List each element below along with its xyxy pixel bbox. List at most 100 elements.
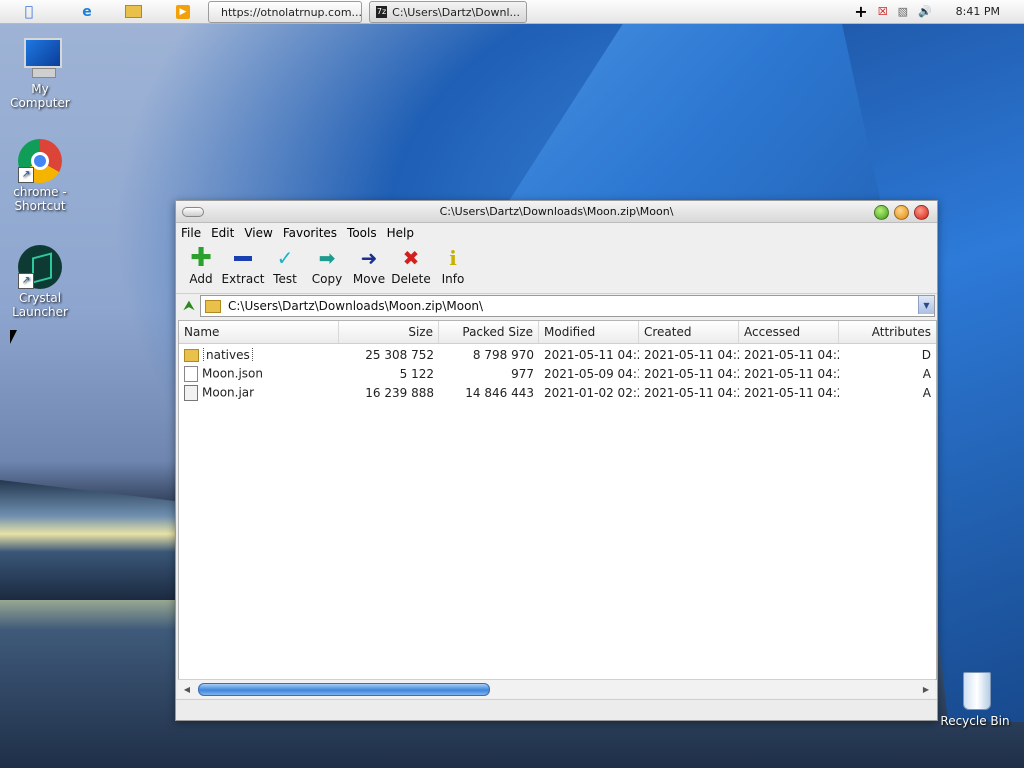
task-label: https://otnolatrnup.com...	[221, 5, 362, 19]
7zip-icon: 7z	[376, 6, 388, 18]
shortcut-arrow-icon: ↗	[18, 273, 34, 289]
toolbar: ✚ Add Extract ✓ Test ➡ Copy ➜ Move ✖ Del…	[176, 243, 937, 294]
file-packed-size: 14 846 443	[465, 385, 534, 400]
close-button[interactable]	[914, 205, 929, 220]
menu-help[interactable]: Help	[387, 226, 414, 240]
horizontal-scrollbar[interactable]: ◀ ▶	[178, 679, 935, 698]
crystal-launcher-icon: ↗	[18, 245, 62, 289]
column-modified[interactable]: Modified	[539, 321, 639, 343]
file-accessed: 2021-05-11 04:21	[744, 366, 839, 381]
file-size: 16 239 888	[365, 385, 434, 400]
shortcut-arrow-icon: ↗	[18, 167, 34, 183]
desktop-icon-my-computer[interactable]: My Computer	[0, 36, 80, 110]
scroll-right-icon[interactable]: ▶	[919, 682, 933, 696]
file-modified: 2021-05-09 04:30	[544, 366, 639, 381]
taskbar-task-7zip[interactable]: 7z C:\Users\Dartz\Downl...	[369, 1, 527, 23]
file-icon	[184, 365, 198, 382]
status-bar	[176, 699, 937, 720]
menu-tools[interactable]: Tools	[347, 226, 377, 240]
computer-icon	[18, 36, 62, 80]
column-name[interactable]: Name	[179, 321, 339, 343]
file-packed-size: 8 798 970	[472, 347, 534, 362]
copy-button[interactable]: ➡ Copy	[306, 243, 348, 286]
menu-favorites[interactable]: Favorites	[283, 226, 337, 240]
file-list-header: Name Size Packed Size Modified Created A…	[179, 321, 936, 344]
column-size[interactable]: Size	[339, 321, 439, 343]
extract-icon	[231, 246, 255, 270]
system-tray: + ☒ ▧ 🔊 8:41 PM	[854, 0, 1024, 23]
column-attributes[interactable]: Attributes	[839, 321, 936, 343]
menu-file[interactable]: File	[181, 226, 201, 240]
maximize-button[interactable]	[894, 205, 909, 220]
file-size: 5 122	[399, 366, 434, 381]
taskbar-task-browser[interactable]: https://otnolatrnup.com...	[208, 1, 362, 23]
minimize-button[interactable]	[874, 205, 889, 220]
chrome-icon: ↗	[18, 139, 62, 183]
info-button[interactable]: i Info	[432, 243, 474, 286]
file-name: Moon.jar	[202, 385, 255, 399]
address-text: C:\Users\Dartz\Downloads\Moon.zip\Moon\	[228, 299, 484, 313]
desktop-icon-crystal-launcher[interactable]: ↗ Crystal Launcher	[0, 245, 80, 319]
file-created: 2021-05-11 04:21	[644, 366, 739, 381]
add-icon: ✚	[190, 243, 212, 273]
file-size: 25 308 752	[365, 347, 434, 362]
window-title: C:\Users\Dartz\Downloads\Moon.zip\Moon\	[439, 205, 674, 218]
desktop-icon-chrome[interactable]: ↗ chrome - Shortcut	[0, 139, 80, 213]
network-error-icon[interactable]: ☒	[878, 5, 888, 18]
delete-button[interactable]: ✖ Delete	[390, 243, 432, 286]
table-row[interactable]: Moon.jar 16 239 888 14 846 443 2021-01-0…	[179, 383, 936, 402]
internet-explorer-icon[interactable]: e	[78, 3, 96, 21]
file-packed-size: 977	[511, 366, 534, 381]
address-bar: ⮝ C:\Users\Dartz\Downloads\Moon.zip\Moon…	[176, 294, 937, 318]
table-row[interactable]: natives 25 308 752 8 798 970 2021-05-11 …	[179, 345, 936, 364]
info-icon: i	[449, 246, 457, 270]
recycle-bin-icon	[953, 668, 997, 712]
file-name: Moon.json	[202, 366, 263, 380]
file-attributes: D	[921, 347, 931, 362]
clock[interactable]: 8:41 PM	[956, 5, 1000, 18]
apple-menu-icon[interactable]: 	[20, 3, 38, 21]
file-modified: 2021-05-11 04:21	[544, 347, 639, 362]
add-button[interactable]: ✚ Add	[180, 243, 222, 286]
table-row[interactable]: Moon.json 5 122 977 2021-05-09 04:30 202…	[179, 364, 936, 383]
scrollbar-thumb[interactable]	[198, 683, 490, 696]
file-created: 2021-05-11 04:21	[644, 385, 739, 400]
media-player-icon[interactable]: ▶	[174, 3, 192, 21]
up-folder-button[interactable]: ⮝	[178, 296, 200, 316]
jar-file-icon	[184, 384, 198, 401]
desktop-icon-label: Recycle Bin	[940, 714, 1010, 728]
extract-button[interactable]: Extract	[222, 243, 265, 286]
folder-icon[interactable]	[124, 3, 142, 21]
test-icon: ✓	[276, 246, 294, 270]
scroll-left-icon[interactable]: ◀	[180, 682, 194, 696]
file-attributes: A	[922, 385, 931, 400]
menu-view[interactable]: View	[244, 226, 272, 240]
folder-icon	[205, 299, 221, 313]
menu-edit[interactable]: Edit	[211, 226, 234, 240]
move-icon: ➜	[360, 246, 378, 270]
copy-icon: ➡	[318, 246, 336, 270]
file-name: natives	[203, 347, 253, 362]
address-field[interactable]: C:\Users\Dartz\Downloads\Moon.zip\Moon\ …	[200, 295, 935, 317]
taskbar:  e ▶ https://otnolatrnup.com... 7z C:\U…	[0, 0, 1024, 24]
delete-icon: ✖	[402, 246, 420, 270]
network-icon[interactable]: ▧	[898, 5, 908, 18]
file-list: Name Size Packed Size Modified Created A…	[178, 320, 937, 680]
column-created[interactable]: Created	[639, 321, 739, 343]
add-icon[interactable]: +	[854, 2, 867, 21]
column-accessed[interactable]: Accessed	[739, 321, 839, 343]
folder-icon	[184, 348, 199, 362]
file-manager-window: C:\Users\Dartz\Downloads\Moon.zip\Moon\ …	[175, 200, 938, 721]
title-bar[interactable]: C:\Users\Dartz\Downloads\Moon.zip\Moon\	[176, 201, 937, 223]
desktop-icon-recycle-bin[interactable]: Recycle Bin	[935, 668, 1015, 728]
address-dropdown-button[interactable]: ▼	[918, 296, 934, 314]
file-accessed: 2021-05-11 04:21	[744, 385, 839, 400]
move-button[interactable]: ➜ Move	[348, 243, 390, 286]
desktop-icon-label: My Computer	[10, 82, 70, 110]
column-packed-size[interactable]: Packed Size	[439, 321, 539, 343]
mouse-cursor-icon	[10, 330, 17, 344]
desktop-icon-label: chrome - Shortcut	[13, 185, 67, 213]
menu-bar: File Edit View Favorites Tools Help	[176, 223, 937, 243]
test-button[interactable]: ✓ Test	[264, 243, 306, 286]
volume-icon[interactable]: 🔊	[918, 5, 932, 18]
